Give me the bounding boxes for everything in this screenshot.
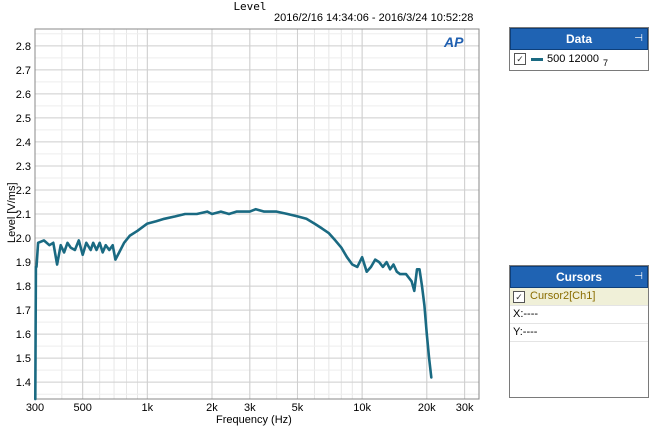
y-tick-label: 2.5 — [16, 113, 31, 125]
cursor-x-readout: X:---- — [510, 306, 648, 324]
data-panel-title: Data — [565, 32, 592, 46]
cursor-label: Cursor2[Ch1] — [530, 290, 596, 302]
date-range: 2016/2/16 14:34:06 - 2016/3/24 10:52:28 — [274, 12, 474, 24]
series-checkbox[interactable]: ✓ — [514, 53, 526, 65]
x-tick-label: 10k — [353, 402, 371, 414]
y-tick-label: 1.4 — [16, 377, 31, 389]
cursor-item[interactable]: ✓ Cursor2[Ch1] — [510, 288, 648, 306]
series-sub-label: 7 — [603, 58, 609, 68]
series-color-swatch — [531, 57, 543, 61]
y-tick-label: 2.7 — [16, 65, 31, 77]
cursor-y-readout: Y:---- — [510, 324, 648, 342]
pin-icon[interactable]: ⊣ — [634, 29, 643, 49]
data-series-item[interactable]: ✓ 500 12000 7 — [510, 50, 648, 68]
y-tick-label: 2.3 — [16, 161, 31, 173]
x-tick-label: 1k — [142, 402, 154, 414]
cursor-checkbox[interactable]: ✓ — [513, 290, 525, 303]
y-tick-label: 2.4 — [16, 137, 31, 149]
pin-icon[interactable]: ⊣ — [634, 267, 643, 287]
x-tick-label: 5k — [292, 402, 304, 414]
y-axis-label: Level [V/ms] — [6, 182, 18, 243]
y-tick-label: 1.5 — [16, 353, 31, 365]
data-panel: Data ⊣ ✓ 500 12000 7 — [509, 27, 649, 71]
x-tick-label: 2k — [206, 402, 218, 414]
y-tick-label: 2.8 — [16, 41, 31, 53]
x-tick-label: 500 — [73, 402, 91, 414]
ap-logo-icon: AP — [444, 34, 464, 50]
y-tick-label: 1.6 — [16, 329, 31, 341]
y-tick-label: 1.8 — [16, 281, 31, 293]
x-tick-label: 3k — [244, 402, 256, 414]
grid — [34, 29, 479, 399]
x-axis-label: Frequency (Hz) — [216, 414, 292, 426]
cursors-panel-title: Cursors — [555, 270, 602, 284]
y-tick-label: 1.9 — [16, 257, 31, 269]
cursors-panel-header: Cursors ⊣ — [510, 266, 648, 288]
cursors-panel: Cursors ⊣ ✓ Cursor2[Ch1] X:---- Y:---- — [509, 265, 649, 398]
y-tick-label: 2.6 — [16, 89, 31, 101]
data-panel-header: Data ⊣ — [510, 28, 648, 50]
series-label: 500 12000 — [547, 53, 599, 65]
x-tick-label: 20k — [418, 402, 436, 414]
y-tick-label: 1.7 — [16, 305, 31, 317]
x-tick-label: 30k — [456, 402, 474, 414]
x-tick-label: 300 — [26, 402, 44, 414]
